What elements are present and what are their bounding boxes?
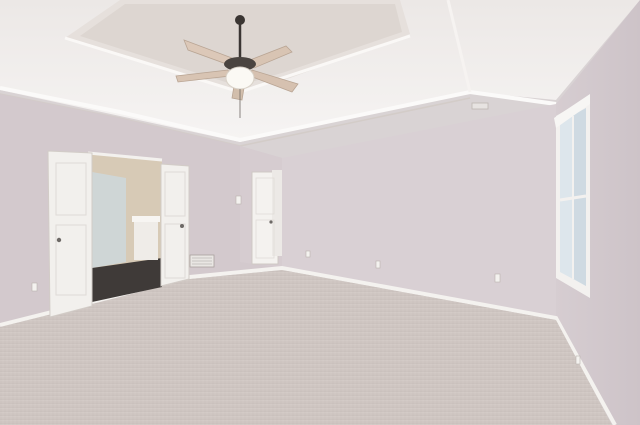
outlet — [494, 273, 501, 283]
vanity-cabinet — [134, 220, 158, 260]
fan-light-globe — [225, 66, 255, 90]
light-switch — [235, 195, 242, 205]
outlet — [305, 250, 311, 258]
outlet — [575, 355, 581, 365]
window — [554, 94, 590, 298]
door-knob-icon — [269, 220, 273, 224]
closet-door[interactable] — [251, 170, 282, 265]
door-knob-icon — [180, 224, 184, 228]
outlet — [31, 282, 38, 292]
outlet — [375, 260, 381, 269]
ceiling-vent — [471, 102, 489, 110]
left-bathroom-door[interactable] — [47, 150, 93, 318]
right-bathroom-door[interactable] — [160, 163, 190, 287]
bathroom-doorway — [87, 151, 163, 302]
door-knob-icon — [56, 237, 62, 243]
room-illustration — [0, 0, 640, 425]
bedroom-photo — [0, 0, 640, 425]
